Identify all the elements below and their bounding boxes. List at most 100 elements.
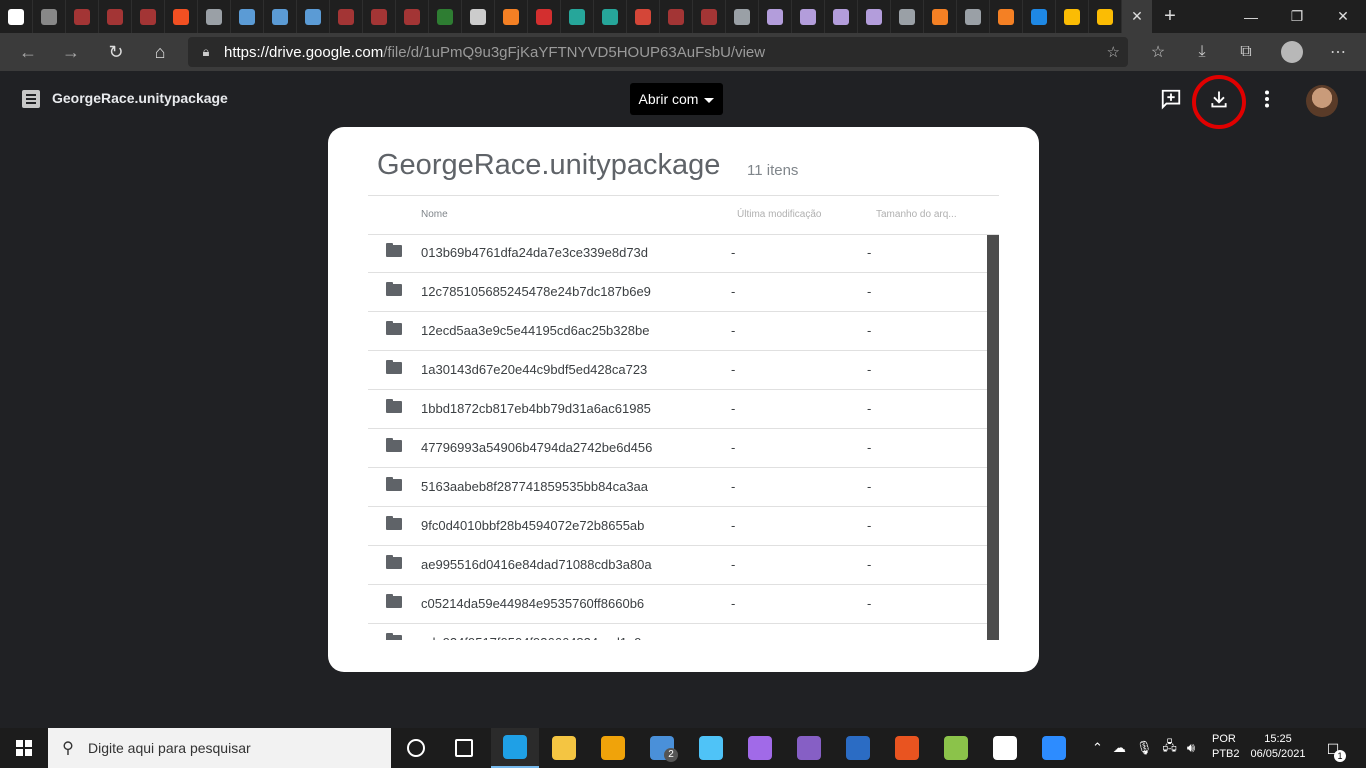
- browser-tab[interactable]: [0, 0, 33, 33]
- close-tab-icon[interactable]: ✕: [1122, 0, 1152, 33]
- microphone-icon[interactable]: 🎙︎: [1136, 740, 1153, 756]
- new-tab-button[interactable]: +: [1152, 0, 1188, 33]
- row-name: 9fc0d4010bbf28b4594072e72b8655ab: [421, 518, 645, 533]
- scrollbar[interactable]: [987, 235, 999, 640]
- back-arrow-icon[interactable]: ←: [6, 33, 50, 71]
- file-list-row[interactable]: 1a30143d67e20e44c9bdf5ed428ca723 - -: [368, 351, 987, 390]
- browser-tab[interactable]: [726, 0, 759, 33]
- notification-center-icon[interactable]: ☐ 1: [1320, 738, 1346, 762]
- browser-tab[interactable]: [891, 0, 924, 33]
- taskbar-app[interactable]: 2: [638, 728, 686, 768]
- file-list-row[interactable]: 1bbd1872cb817eb4bb79d31a6ac61985 - -: [368, 390, 987, 429]
- browser-tab[interactable]: [1023, 0, 1056, 33]
- browser-tab[interactable]: [858, 0, 891, 33]
- browser-tab[interactable]: [429, 0, 462, 33]
- file-list-row[interactable]: 9fc0d4010bbf28b4594072e72b8655ab - -: [368, 507, 987, 546]
- browser-tab[interactable]: [495, 0, 528, 33]
- taskbar-app[interactable]: [392, 728, 440, 768]
- browser-tab[interactable]: [561, 0, 594, 33]
- browser-tab[interactable]: [627, 0, 660, 33]
- favorites-icon[interactable]: ☆: [1136, 33, 1180, 71]
- downloads-icon[interactable]: ⤓: [1180, 33, 1224, 71]
- network-icon[interactable]: 🖧: [1162, 737, 1177, 759]
- file-list-row[interactable]: 12ecd5aa3e9c5e44195cd6ac25b328be - -: [368, 312, 987, 351]
- browser-tab[interactable]: [99, 0, 132, 33]
- folder-icon: [386, 438, 402, 452]
- restore-window-button[interactable]: ❐: [1274, 0, 1320, 33]
- item-count: 11 itens: [747, 162, 799, 179]
- browser-tab[interactable]: [1056, 0, 1089, 33]
- input-language[interactable]: POR PTB2: [1212, 732, 1240, 762]
- browser-tab[interactable]: [363, 0, 396, 33]
- taskbar-app[interactable]: [491, 728, 539, 768]
- browser-tab[interactable]: [924, 0, 957, 33]
- forward-arrow-icon[interactable]: →: [49, 33, 93, 71]
- browser-tab[interactable]: [693, 0, 726, 33]
- browser-tab[interactable]: [1089, 0, 1122, 33]
- browser-tab[interactable]: [33, 0, 66, 33]
- browser-tab[interactable]: [132, 0, 165, 33]
- browser-tab[interactable]: [825, 0, 858, 33]
- browser-tab[interactable]: [528, 0, 561, 33]
- refresh-icon[interactable]: ↻: [94, 33, 138, 71]
- file-list-row[interactable]: ae995516d0416e84dad71088cdb3a80a - -: [368, 546, 987, 585]
- more-menu-icon[interactable]: ⋯: [1316, 33, 1360, 71]
- account-avatar[interactable]: [1306, 85, 1338, 117]
- file-list-row[interactable]: c05214da59e44984e9535760ff8660b6 - -: [368, 585, 987, 624]
- file-list-row[interactable]: 47796993a54906b4794da2742be6d456 - -: [368, 429, 987, 468]
- browser-tab[interactable]: [660, 0, 693, 33]
- volume-icon[interactable]: 🔊︎: [1187, 740, 1195, 756]
- taskbar-app[interactable]: [589, 728, 637, 768]
- more-actions-icon[interactable]: [1253, 85, 1281, 113]
- browser-tab[interactable]: [66, 0, 99, 33]
- profile-avatar[interactable]: [1270, 33, 1314, 71]
- browser-tab[interactable]: [165, 0, 198, 33]
- taskbar-app[interactable]: [540, 728, 588, 768]
- browser-tab[interactable]: [759, 0, 792, 33]
- clock[interactable]: 15:25 06/05/2021: [1248, 732, 1308, 762]
- stackoverflow-icon: [503, 8, 519, 25]
- browser-tab[interactable]: [231, 0, 264, 33]
- row-name: 1a30143d67e20e44c9bdf5ed428ca723: [421, 362, 648, 377]
- home-icon[interactable]: ⌂: [138, 33, 182, 71]
- browser-tab[interactable]: [957, 0, 990, 33]
- file-list-row[interactable]: 013b69b4761dfa24da7e3ce339e8d73d - -: [368, 234, 987, 273]
- browser-tab[interactable]: [792, 0, 825, 33]
- taskbar-app[interactable]: [834, 728, 882, 768]
- browser-tab[interactable]: [990, 0, 1023, 33]
- show-hidden-icons-icon[interactable]: ⌃: [1092, 740, 1103, 756]
- row-modified: -: [731, 245, 736, 260]
- open-with-button[interactable]: Abrir com: [630, 83, 723, 115]
- browser-tab[interactable]: [462, 0, 495, 33]
- close-window-button[interactable]: ✕: [1320, 0, 1366, 33]
- taskbar-app[interactable]: [785, 728, 833, 768]
- file-list-row[interactable]: 12c785105685245478e24b7dc187b6e9 - -: [368, 273, 987, 312]
- row-name: 013b69b4761dfa24da7e3ce339e8d73d: [421, 245, 649, 260]
- taskbar-app[interactable]: [883, 728, 931, 768]
- browser-tab[interactable]: [264, 0, 297, 33]
- taskbar-app[interactable]: [981, 728, 1029, 768]
- taskbar-app[interactable]: [1030, 728, 1078, 768]
- browser-tab[interactable]: [594, 0, 627, 33]
- address-bar[interactable]: 🔒︎ https://drive.google.com/file/d/1uPmQ…: [188, 37, 1128, 67]
- browser-tab[interactable]: [396, 0, 429, 33]
- pdf-icon: [338, 8, 354, 25]
- caret-down-icon: [704, 97, 715, 103]
- add-comment-icon[interactable]: [1157, 85, 1185, 113]
- add-favorite-icon[interactable]: ☆: [1107, 43, 1120, 61]
- taskbar-app[interactable]: [687, 728, 735, 768]
- taskbar-app[interactable]: [932, 728, 980, 768]
- start-button[interactable]: [0, 728, 48, 768]
- collections-icon[interactable]: ⧉: [1224, 33, 1268, 71]
- file-list-row[interactable]: 5163aabeb8f287741859535bb84ca3aa - -: [368, 468, 987, 507]
- browser-tab[interactable]: [198, 0, 231, 33]
- cloud-icon[interactable]: ☁: [1113, 740, 1126, 756]
- taskbar-search[interactable]: ⚲ Digite aqui para pesquisar: [48, 728, 391, 768]
- taskbar-app[interactable]: [440, 728, 488, 768]
- file-list-row[interactable]: eda924f9517f0504f936664824ead1a9 - -: [368, 624, 987, 640]
- browser-tab[interactable]: [297, 0, 330, 33]
- taskbar-app[interactable]: [736, 728, 784, 768]
- zoom-icon: [1042, 736, 1066, 760]
- minimize-window-button[interactable]: —: [1228, 0, 1274, 33]
- browser-tab[interactable]: [330, 0, 363, 33]
